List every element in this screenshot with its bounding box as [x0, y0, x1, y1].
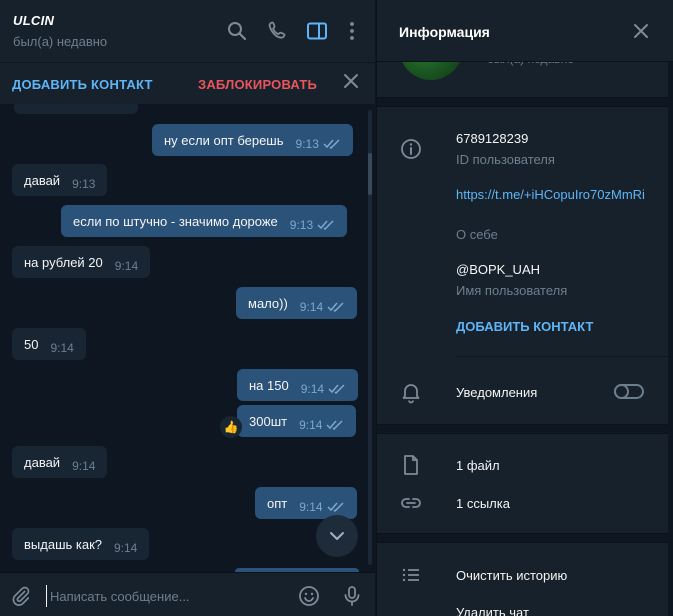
- message-text: на рублей 20: [24, 254, 103, 270]
- close-icon[interactable]: [341, 71, 361, 91]
- message-bubble-incoming[interactable]: выдашь как? 9:14: [12, 528, 150, 560]
- microphone-icon[interactable]: [340, 584, 364, 608]
- section-divider: [377, 533, 673, 543]
- chat-pane: ULCIN был(а) недавно ДОБАВИТЬ КОНТАКТ ЗА…: [0, 0, 375, 616]
- message-bubble-partial: [14, 104, 138, 114]
- message-text: ну если опт берешь: [164, 132, 284, 148]
- sidebar-toggle-icon[interactable]: [305, 19, 329, 43]
- chat-title[interactable]: ULCIN: [13, 13, 54, 28]
- clear-history-button[interactable]: Очистить историю: [456, 568, 567, 583]
- message-time: 9:13: [72, 177, 96, 191]
- message-bubble-incoming[interactable]: давай 9:14: [12, 446, 108, 478]
- message-bubble-incoming[interactable]: 50 9:14: [12, 328, 86, 360]
- file-icon: [399, 453, 423, 477]
- toggle-knob: [614, 384, 629, 399]
- message-time: 9:14: [299, 300, 324, 314]
- info-circle-icon: [399, 137, 423, 161]
- row-separator: [456, 356, 673, 357]
- emoji-icon[interactable]: [297, 584, 321, 608]
- message-time: 9:14: [300, 382, 325, 396]
- scroll-down-button[interactable]: [316, 515, 358, 557]
- message-bubble-outgoing[interactable]: 300шт 9:14: [237, 405, 357, 437]
- phone-icon[interactable]: [266, 19, 290, 43]
- message-composer: [0, 572, 375, 616]
- notifications-label: Уведомления: [456, 385, 538, 400]
- message-text: если по штучно - значимо дороже: [73, 213, 278, 229]
- thumbs-up-reaction[interactable]: 👍: [220, 416, 242, 438]
- message-bubble-outgoing[interactable]: на 150 9:14: [237, 369, 359, 401]
- read-checkmarks-icon: [327, 302, 344, 312]
- info-title: Информация: [399, 24, 490, 40]
- message-time: 9:13: [295, 137, 319, 151]
- bell-icon: [399, 380, 423, 404]
- read-checkmarks-icon: [327, 502, 344, 512]
- message-bubble-incoming[interactable]: на рублей 20 9:14: [12, 246, 151, 278]
- read-checkmarks-icon: [328, 384, 345, 394]
- search-icon[interactable]: [225, 19, 249, 43]
- message-text: 300шт: [249, 413, 288, 429]
- contact-action-bar: ДОБАВИТЬ КОНТАКТ ЗАБЛОКИРОВАТЬ: [0, 62, 375, 104]
- message-text: давай: [24, 454, 61, 470]
- chat-status: был(а) недавно: [13, 34, 108, 49]
- paperclip-icon[interactable]: [10, 585, 32, 607]
- chevron-down-icon: [330, 532, 344, 540]
- message-text: на 150: [249, 377, 289, 393]
- info-header: Информация: [377, 0, 673, 62]
- message-time: 9:14: [299, 500, 323, 514]
- window-edge: [668, 0, 673, 616]
- message-time: 9:14: [72, 459, 96, 473]
- message-time: 9:14: [299, 418, 323, 432]
- message-time: 9:14: [114, 259, 139, 273]
- more-menu-icon[interactable]: [340, 19, 364, 43]
- message-bubble-incoming[interactable]: давай 9:13: [12, 164, 108, 196]
- message-input[interactable]: [46, 585, 276, 607]
- section-divider: [377, 424, 673, 434]
- user-info-panel: Информация был(а) недавно 6789128239 ID …: [376, 0, 673, 616]
- link-icon: [399, 491, 423, 515]
- username-label: Имя пользователя: [456, 283, 568, 298]
- message-text: мало)): [248, 295, 288, 311]
- add-contact-button[interactable]: ДОБАВИТЬ КОНТАКТ: [12, 77, 153, 92]
- read-checkmarks-icon: [323, 139, 340, 149]
- bio-link[interactable]: https://t.me/+iHCopuIro70zMmRi: [456, 185, 646, 204]
- message-bubble-outgoing[interactable]: мало)) 9:14: [236, 287, 358, 319]
- list-icon: [399, 563, 423, 587]
- delete-chat-button[interactable]: Удалить чат: [456, 605, 529, 616]
- message-text: давай: [24, 172, 61, 188]
- message-bubble-outgoing[interactable]: если по штучно - значимо дороже 9:13: [61, 205, 348, 237]
- close-icon[interactable]: [631, 21, 651, 41]
- notifications-toggle[interactable]: [614, 384, 644, 399]
- username-value[interactable]: @BOPK_UAH: [456, 262, 540, 277]
- message-text: выдашь как?: [24, 536, 102, 552]
- message-text: 50: [24, 336, 39, 352]
- message-time: 9:14: [114, 541, 138, 555]
- message-text: опт: [267, 495, 288, 511]
- message-bubble-outgoing[interactable]: ну если опт берешь 9:13: [152, 124, 353, 156]
- message-time: 9:14: [50, 341, 74, 355]
- read-checkmarks-icon: [317, 220, 334, 230]
- files-count[interactable]: 1 файл: [456, 458, 500, 473]
- user-id-label: ID пользователя: [456, 152, 555, 167]
- section-divider: [377, 97, 673, 107]
- block-button[interactable]: ЗАБЛОКИРОВАТЬ: [198, 77, 317, 92]
- read-checkmarks-icon: [326, 420, 343, 430]
- bio-label: О себе: [456, 227, 498, 242]
- chat-header[interactable]: ULCIN был(а) недавно: [0, 0, 375, 62]
- links-count[interactable]: 1 ссылка: [456, 496, 510, 511]
- user-id-value[interactable]: 6789128239: [456, 131, 528, 146]
- message-time: 9:13: [289, 218, 314, 232]
- add-contact-button[interactable]: ДОБАВИТЬ КОНТАКТ: [456, 319, 593, 334]
- message-bubble-outgoing[interactable]: опт 9:14: [255, 487, 357, 519]
- chat-scrollbar-thumb[interactable]: [368, 153, 372, 195]
